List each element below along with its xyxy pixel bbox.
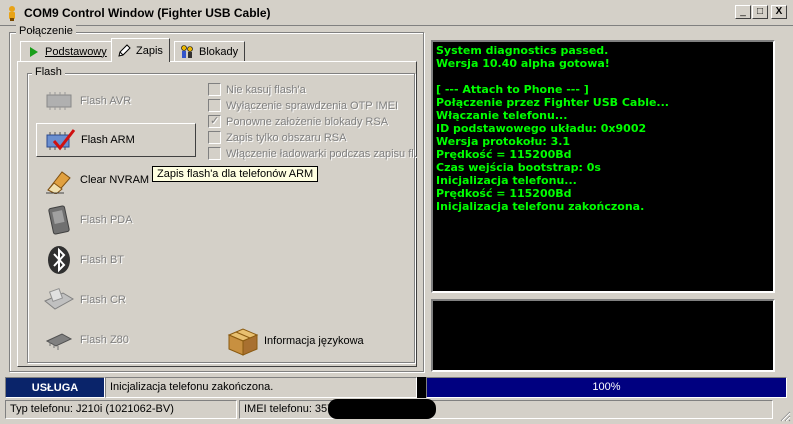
console-line: System diagnostics passed. — [436, 44, 609, 57]
play-icon — [30, 46, 38, 57]
console-line: ID podstawowego układu: 0x9002 — [436, 122, 647, 135]
pda-icon — [42, 205, 76, 235]
imei-field: IMEI telefonu: 357 — [239, 400, 773, 419]
console-line: Inicjalizacja telefonu zakończona. — [436, 200, 645, 213]
flash-bt-button[interactable]: Flash BT — [36, 243, 196, 277]
tab-zapis[interactable]: Zapis — [111, 38, 170, 62]
console-log: System diagnostics passed. Wersja 10.40 a… — [431, 40, 775, 293]
option-rsa-lock[interactable]: Ponowne założenie blokady RSA — [208, 114, 389, 128]
flash-z80-button[interactable]: Flash Z80 — [36, 323, 196, 357]
option-label: Ponowne założenie blokady RSA — [226, 115, 389, 128]
connection-group-title: Połączenie — [16, 25, 76, 37]
flash-avr-button[interactable]: Flash AVR — [36, 84, 196, 118]
progress-bar: 100% — [426, 377, 787, 398]
console-line: Inicjalizacja telefonu... — [436, 174, 577, 187]
flash-group-title: Flash — [32, 66, 65, 78]
language-info-label: Informacja językowa — [264, 335, 364, 347]
status-row: USŁUGA Inicjalizacja telefonu zakończona… — [5, 377, 787, 398]
phone-type: Typ telefonu: J210i (1021062-BV) — [5, 400, 237, 419]
console-line: Wersja protokołu: 3.1 — [436, 135, 571, 148]
checkbox[interactable] — [208, 131, 221, 144]
option-label: Nie kasuj flash'a — [226, 83, 306, 96]
checkbox[interactable] — [208, 99, 221, 112]
lock-people-icon — [181, 44, 193, 58]
tab-blokady[interactable]: Blokady — [174, 41, 246, 62]
tab-label: Podstawowy — [45, 45, 107, 58]
redaction-mark — [328, 399, 436, 419]
status-message: Inicjalizacja telefonu zakończona. — [105, 377, 417, 398]
chip-check-icon — [43, 125, 77, 155]
console-line: Połączenie przez Fighter USB Cable... — [436, 96, 669, 109]
chip-z80-icon — [42, 325, 76, 355]
checkbox[interactable] — [208, 114, 221, 128]
tab-label: Blokady — [199, 45, 239, 58]
maximize-button[interactable]: □ — [752, 5, 768, 19]
checkbox[interactable] — [208, 147, 221, 160]
flash-pda-label: Flash PDA — [80, 214, 133, 226]
checkbox[interactable] — [208, 83, 221, 96]
flash-avr-label: Flash AVR — [80, 95, 132, 107]
console-line: Wersja 10.40 alpha gotowa! — [436, 57, 610, 70]
flash-cr-label: Flash CR — [80, 294, 126, 306]
close-button[interactable]: X — [771, 5, 787, 19]
tooltip: Zapis flash'a dla telefonów ARM — [152, 166, 319, 182]
card-reader-icon — [42, 285, 76, 315]
eraser-icon — [42, 165, 76, 195]
flash-bt-label: Flash BT — [80, 254, 125, 266]
fighter-app-icon — [9, 6, 15, 21]
flash-z80-label: Flash Z80 — [80, 334, 129, 346]
flash-cr-button[interactable]: Flash CR — [36, 283, 196, 317]
title-bar: COM9 Control Window (Fighter USB Cable) … — [0, 0, 793, 26]
mode-indicator: USŁUGA — [5, 377, 105, 398]
console-line: [ --- Attach to Phone --- ] — [436, 83, 589, 96]
console-line: Włączanie telefonu... — [436, 109, 568, 122]
language-info-button[interactable]: Informacja językowa — [226, 324, 364, 358]
flash-arm-label: Flash ARM — [81, 134, 135, 146]
progress-text: 100% — [592, 381, 621, 393]
resize-grip-icon[interactable] — [779, 410, 791, 422]
tab-label: Zapis — [136, 44, 163, 57]
secondary-console — [431, 299, 775, 372]
option-label: Włączenie ładowarki podczas zapisu fl. — [226, 147, 417, 160]
option-otp-imei[interactable]: Wyłączenie sprawdzenia OTP IMEI — [208, 99, 398, 112]
console-line: Czas wejścia bootstrap: 0s — [436, 161, 601, 174]
pen-icon — [118, 43, 131, 57]
flash-arm-button[interactable]: Flash ARM — [36, 123, 196, 157]
chip-icon — [42, 86, 76, 116]
option-label: Wyłączenie sprawdzenia OTP IMEI — [226, 99, 399, 112]
tab-podstawowy[interactable]: Podstawowy — [20, 41, 114, 62]
bluetooth-icon — [42, 245, 76, 275]
option-charger[interactable]: Włączenie ładowarki podczas zapisu fl. — [208, 147, 417, 160]
minimize-button[interactable]: _ — [735, 5, 751, 19]
status-indicator — [417, 377, 426, 398]
console-line: Prędkość = 115200Bd — [436, 148, 572, 161]
option-label: Zapis tylko obszaru RSA — [226, 131, 347, 144]
package-icon — [227, 328, 259, 356]
clear-nvram-label: Clear NVRAM — [80, 174, 150, 186]
console-line: Prędkość = 115200Bd — [436, 187, 572, 200]
option-rsa-only[interactable]: Zapis tylko obszaru RSA — [208, 131, 346, 144]
window-title: COM9 Control Window (Fighter USB Cable) — [24, 6, 271, 20]
flash-pda-button[interactable]: Flash PDA — [36, 203, 196, 237]
option-nie-kasuj-flash[interactable]: Nie kasuj flash'a — [208, 83, 306, 96]
